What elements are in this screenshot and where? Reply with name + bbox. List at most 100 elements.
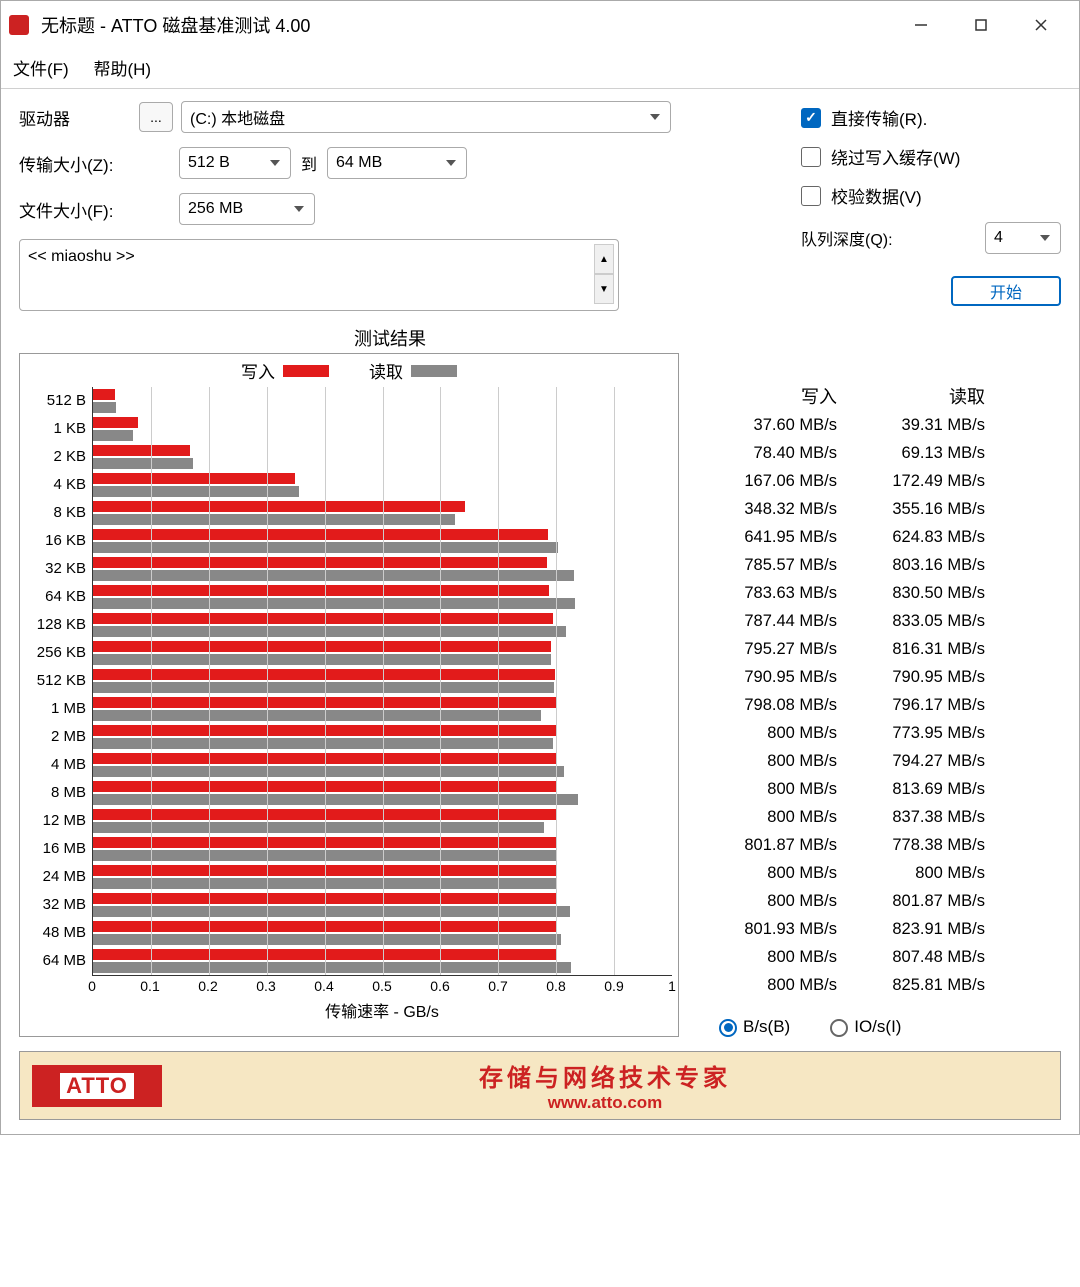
transfer-to-select[interactable]: 64 MB (327, 147, 467, 179)
minimize-button[interactable] (891, 1, 951, 49)
titlebar: 无标题 - ATTO 磁盘基准测试 4.00 (1, 1, 1079, 49)
table-row: 800 MB/s825.81 MB/s (689, 971, 989, 999)
close-button[interactable] (1011, 1, 1071, 49)
chart-x-label: 传输速率 - GB/s (92, 998, 672, 1022)
write-swatch (283, 365, 329, 377)
to-label: 到 (301, 151, 317, 175)
read-bar (93, 514, 455, 525)
app-window: 无标题 - ATTO 磁盘基准测试 4.00 文件(F) 帮助(H) 驱动器 .… (0, 0, 1080, 1135)
table-row: 37.60 MB/s39.31 MB/s (689, 411, 989, 439)
chart-x-axis: 00.10.20.30.40.50.60.70.80.91 (92, 978, 672, 996)
table-row: 800 MB/s794.27 MB/s (689, 747, 989, 775)
table-row: 348.32 MB/s355.16 MB/s (689, 495, 989, 523)
chart: 写入 读取 512 B1 KB2 KB4 KB8 KB16 KB32 KB64 … (19, 353, 679, 1037)
settings-area: 驱动器 ... (C:) 本地磁盘 传输大小(Z): 512 B 到 64 MB… (19, 101, 1061, 311)
content: 驱动器 ... (C:) 本地磁盘 传输大小(Z): 512 B 到 64 MB… (1, 89, 1079, 1134)
read-bar (93, 654, 551, 665)
table-row: 783.63 MB/s830.50 MB/s (689, 579, 989, 607)
read-bar (93, 794, 578, 805)
drive-select[interactable]: (C:) 本地磁盘 (181, 101, 671, 133)
drive-label: 驱动器 (19, 105, 139, 130)
table-row: 800 MB/s813.69 MB/s (689, 775, 989, 803)
write-bar (93, 389, 115, 400)
write-bar (93, 445, 190, 456)
read-bar (93, 570, 574, 581)
desc-spinner: ▲ ▼ (594, 244, 614, 304)
footer-banner: ATTO 存储与网络技术专家 www.atto.com (19, 1051, 1061, 1120)
menu-help[interactable]: 帮助(H) (93, 60, 151, 79)
read-bar (93, 822, 544, 833)
queue-depth-select[interactable]: 4 (985, 222, 1061, 254)
settings-left: 驱动器 ... (C:) 本地磁盘 传输大小(Z): 512 B 到 64 MB… (19, 101, 751, 311)
footer-text: 存储与网络技术专家 www.atto.com (162, 1058, 1048, 1113)
table-row: 798.08 MB/s796.17 MB/s (689, 691, 989, 719)
chart-bars (92, 387, 672, 976)
read-bar (93, 710, 541, 721)
description-box[interactable]: << miaoshu >> ▲ ▼ (19, 239, 619, 311)
start-button[interactable]: 开始 (951, 276, 1061, 306)
unit-radio-group: B/s(B) IO/s(I) (689, 1017, 989, 1037)
direct-io-checkbox[interactable] (801, 108, 821, 128)
read-bar (93, 458, 193, 469)
table-row: 787.44 MB/s833.05 MB/s (689, 607, 989, 635)
radio-bytes[interactable]: B/s(B) (719, 1017, 790, 1037)
write-bar (93, 417, 138, 428)
atto-logo: ATTO (32, 1065, 162, 1107)
write-bar (93, 501, 465, 512)
table-row: 785.57 MB/s803.16 MB/s (689, 551, 989, 579)
write-bar (93, 473, 295, 484)
chart-y-labels: 512 B1 KB2 KB4 KB8 KB16 KB32 KB64 KB128 … (26, 387, 92, 976)
read-bar (93, 766, 564, 777)
col-write: 写入 (689, 383, 837, 409)
results-area: 测试结果 写入 读取 512 B1 KB2 KB4 KB8 KB16 KB32 … (19, 325, 1061, 1037)
radio-io[interactable]: IO/s(I) (830, 1017, 901, 1037)
bypass-cache-checkbox[interactable] (801, 147, 821, 167)
verify-data-checkbox[interactable] (801, 186, 821, 206)
read-swatch (411, 365, 457, 377)
write-bar (93, 641, 551, 652)
spinner-up-icon[interactable]: ▲ (594, 244, 614, 274)
read-bar (93, 934, 561, 945)
table-row: 801.93 MB/s823.91 MB/s (689, 915, 989, 943)
table-row: 78.40 MB/s69.13 MB/s (689, 439, 989, 467)
col-read: 读取 (837, 383, 985, 409)
chart-legend: 写入 读取 (26, 358, 672, 383)
read-bar (93, 626, 566, 637)
table-row: 800 MB/s801.87 MB/s (689, 887, 989, 915)
table-row: 800 MB/s773.95 MB/s (689, 719, 989, 747)
table-row: 800 MB/s837.38 MB/s (689, 803, 989, 831)
browse-button[interactable]: ... (139, 102, 173, 132)
file-size-select[interactable]: 256 MB (179, 193, 315, 225)
window-title: 无标题 - ATTO 磁盘基准测试 4.00 (41, 12, 891, 38)
write-bar (93, 557, 547, 568)
table-row: 800 MB/s807.48 MB/s (689, 943, 989, 971)
menubar: 文件(F) 帮助(H) (1, 49, 1079, 89)
read-bar (93, 682, 554, 693)
file-size-label: 文件大小(F): (19, 197, 179, 222)
table-row: 800 MB/s800 MB/s (689, 859, 989, 887)
table-row: 795.27 MB/s816.31 MB/s (689, 635, 989, 663)
spinner-down-icon[interactable]: ▼ (594, 274, 614, 304)
menu-file[interactable]: 文件(F) (13, 60, 69, 79)
read-bar (93, 738, 553, 749)
results-table: 写入 读取 37.60 MB/s39.31 MB/s78.40 MB/s69.1… (689, 353, 989, 1037)
transfer-size-label: 传输大小(Z): (19, 151, 179, 176)
window-controls (891, 1, 1071, 49)
results-title: 测试结果 (0, 325, 1061, 351)
read-bar (93, 598, 575, 609)
read-bar (93, 962, 571, 973)
results-rows: 37.60 MB/s39.31 MB/s78.40 MB/s69.13 MB/s… (689, 411, 989, 999)
table-row: 167.06 MB/s172.49 MB/s (689, 467, 989, 495)
settings-right: 直接传输(R). 绕过写入缓存(W) 校验数据(V) 队列深度(Q): 4 开始 (801, 101, 1061, 311)
transfer-from-select[interactable]: 512 B (179, 147, 291, 179)
write-bar (93, 529, 548, 540)
table-row: 790.95 MB/s790.95 MB/s (689, 663, 989, 691)
read-bar (93, 486, 299, 497)
write-bar (93, 613, 553, 624)
table-row: 641.95 MB/s624.83 MB/s (689, 523, 989, 551)
app-icon (9, 15, 29, 35)
read-bar (93, 430, 133, 441)
maximize-button[interactable] (951, 1, 1011, 49)
table-row: 801.87 MB/s778.38 MB/s (689, 831, 989, 859)
read-bar (93, 402, 116, 413)
